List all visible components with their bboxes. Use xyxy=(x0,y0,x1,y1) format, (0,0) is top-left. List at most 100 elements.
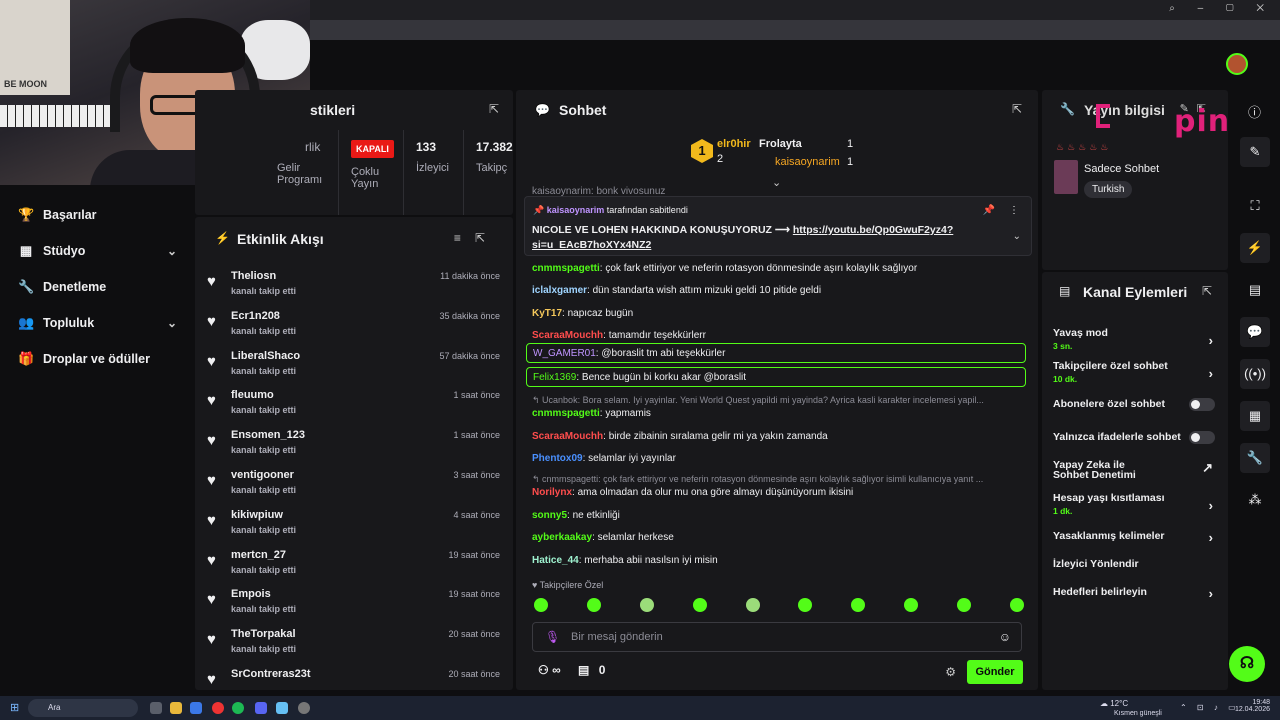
feed-user[interactable]: mertcn_27 xyxy=(231,549,286,561)
category-name[interactable]: Sadece Sohbet xyxy=(1084,163,1159,175)
settings-icon[interactable] xyxy=(298,702,310,714)
folder-icon[interactable] xyxy=(170,702,182,714)
action-item[interactable]: Yalnızca ifadelerle sohbet xyxy=(1053,431,1217,444)
action-item[interactable]: İzleyici Yönlendir xyxy=(1053,558,1217,570)
feed-item[interactable]: ♥ TheTorpakal kanalı takip etti 20 saat önc… xyxy=(207,627,507,667)
taskbar-search[interactable]: Ara xyxy=(28,699,138,717)
feed-tools[interactable]: ≡⇱ xyxy=(454,231,499,245)
toggle-switch[interactable] xyxy=(1189,398,1215,411)
emote-icon[interactable] xyxy=(692,598,707,612)
feed-user[interactable]: TheTorpakal xyxy=(231,628,296,640)
edit-icon[interactable]: ✎ xyxy=(1240,137,1270,167)
feed-user[interactable]: Theliosn xyxy=(231,270,276,282)
community-icon[interactable]: ⁂ xyxy=(1240,485,1270,515)
emote-icon[interactable] xyxy=(534,598,548,612)
feed-user[interactable]: Ecr1n208 xyxy=(231,310,280,322)
feed-item[interactable]: ♥ LiberalShaco kanalı takip etti 57 dakika … xyxy=(207,349,507,389)
steam-icon[interactable] xyxy=(276,702,288,714)
wrench-icon[interactable]: 🔧 xyxy=(1240,443,1270,473)
feed-user[interactable]: ventigooner xyxy=(231,469,294,481)
chevron-right-icon[interactable]: › xyxy=(1209,498,1213,513)
feed-user[interactable]: Empois xyxy=(231,588,271,600)
popout-icon[interactable]: ⇱ xyxy=(475,231,499,245)
feed-item[interactable]: ♥ Theliosn kanalı takip etti 11 dakika önce xyxy=(207,269,507,309)
chat-username[interactable]: Norilynx xyxy=(532,487,572,498)
feed-user[interactable]: SrContreras23t xyxy=(231,668,310,680)
action-item[interactable]: Yavaş mod 3 sn. › xyxy=(1053,327,1217,351)
capture-icon[interactable]: ⛶ xyxy=(1240,191,1270,221)
chat-username[interactable]: ScaraaMouchh xyxy=(532,330,603,341)
feed-item[interactable]: ♥ Ensomen_123 kanalı takip etti 1 saat önce xyxy=(207,428,507,468)
chat-username[interactable]: ayberkaakay xyxy=(532,532,592,543)
more-options-icon[interactable]: ⋮ xyxy=(1009,205,1019,216)
layout-icon[interactable]: ▦ xyxy=(1240,401,1270,431)
emote-icon[interactable] xyxy=(957,598,971,612)
feed-item[interactable]: ♥ kikiwpiuw kanalı takip etti 4 saat önce xyxy=(207,508,507,548)
help-icon[interactable]: ☊ xyxy=(1229,646,1265,682)
sidebar-item-4[interactable]: 🎁 Droplar ve ödüller xyxy=(18,349,183,369)
chat-username[interactable]: sonny5 xyxy=(532,510,567,521)
discord-icon[interactable] xyxy=(255,702,267,714)
points-icon[interactable]: ▤ xyxy=(578,663,589,677)
chevron-right-icon[interactable]: › xyxy=(1209,366,1213,381)
feed-item[interactable]: ♥ fleuumo kanalı takip etti 1 saat önce xyxy=(207,388,507,428)
emoji-icon[interactable]: ☺ xyxy=(999,630,1011,644)
tray-icons[interactable]: ⌃ ⊡ ♪ ▭ xyxy=(1180,703,1240,712)
app-icon[interactable] xyxy=(190,702,202,714)
emote-icon[interactable] xyxy=(639,598,654,612)
emote-bar[interactable] xyxy=(534,598,1024,616)
chat-username[interactable]: Hatice_44 xyxy=(532,555,579,566)
toggle-switch[interactable] xyxy=(1189,431,1215,444)
sidebar-item-1[interactable]: ▦ Stüdyo ⌄ xyxy=(18,241,183,261)
pinned-message[interactable]: 📌 kaisaoynarim tarafından sabitlendi NIC… xyxy=(524,196,1032,256)
sidebar-item-3[interactable]: 👥 Topluluk ⌄ xyxy=(18,313,183,333)
emote-icon[interactable] xyxy=(586,598,601,612)
notes-icon[interactable]: ▤ xyxy=(1240,275,1270,305)
chevron-down-icon[interactable]: ⌄ xyxy=(167,244,177,258)
clock[interactable]: 19:48 12.04.2026 xyxy=(1235,699,1270,713)
sidebar-item-0[interactable]: 🏆 Başarılar xyxy=(18,205,183,225)
chat-username[interactable]: W_GAMER01 xyxy=(533,348,596,359)
feed-item[interactable]: ♥ Ecr1n208 kanalı takip etti 35 dakika önce xyxy=(207,309,507,349)
sidebar-item-2[interactable]: 🔧 Denetleme xyxy=(18,277,183,297)
chat-username[interactable]: cnmmspagetti xyxy=(532,263,600,274)
action-item[interactable]: Takipçilere özel sohbet 10 dk. › xyxy=(1053,360,1217,384)
emote-icon[interactable] xyxy=(798,598,813,612)
popout-icon[interactable]: ⇱ xyxy=(1012,102,1022,116)
emote-icon[interactable] xyxy=(851,598,866,612)
chat-username[interactable]: Felix1369 xyxy=(533,372,576,383)
action-item[interactable]: Abonelere özel sohbet xyxy=(1053,398,1217,411)
window-controls[interactable]: ⌕ – ▢ ✕ xyxy=(1169,3,1274,14)
action-item[interactable]: Yapay Zeka ile Sohbet Denetimi ↗ xyxy=(1053,460,1217,481)
feed-user[interactable]: fleuumo xyxy=(231,389,274,401)
feed-user[interactable]: Ensomen_123 xyxy=(231,429,305,441)
feed-item[interactable]: ♥ Empois kanalı takip etti 19 saat önce xyxy=(207,587,507,627)
chevron-down-icon[interactable]: ⌄ xyxy=(167,316,177,330)
feed-user[interactable]: kikiwpiuw xyxy=(231,509,283,521)
chat-username[interactable]: ScaraaMouchh xyxy=(532,431,603,442)
emote-icon[interactable] xyxy=(745,598,760,612)
lightning-icon[interactable]: ⚡ xyxy=(1240,233,1270,263)
mic-icon[interactable]: 🎙 xyxy=(545,630,560,644)
chat-username[interactable]: cnmmspagetti xyxy=(532,408,600,419)
user-avatar[interactable] xyxy=(1226,53,1248,75)
action-item[interactable]: Yasaklanmış kelimeler › xyxy=(1053,530,1217,545)
opera-icon[interactable] xyxy=(212,702,224,714)
chat-username[interactable]: KyT17 xyxy=(532,308,562,319)
feed-user[interactable]: LiberalShaco xyxy=(231,350,300,362)
infinity-icon[interactable]: ⚇ ∞ xyxy=(538,663,561,677)
spotify-icon[interactable] xyxy=(232,702,244,714)
action-item[interactable]: Hedefleri belirleyin › xyxy=(1053,586,1217,601)
taskview-icon[interactable] xyxy=(150,702,162,714)
popout-icon[interactable]: ⇱ xyxy=(489,102,499,116)
start-icon[interactable]: ⊞ xyxy=(10,701,19,714)
chevron-right-icon[interactable]: › xyxy=(1209,333,1213,348)
feed-item[interactable]: ♥ mertcn_27 kanalı takip etti 19 saat önce xyxy=(207,548,507,588)
gear-icon[interactable]: ⚙ xyxy=(945,665,956,679)
filter-icon[interactable]: ≡ xyxy=(454,231,475,245)
weather-widget[interactable]: ☁ 12°C Kısmen güneşli xyxy=(1100,699,1162,717)
emote-icon[interactable] xyxy=(1009,598,1024,612)
chat-input[interactable]: 🎙 Bir mesaj gönderin ☺ xyxy=(532,622,1022,652)
chevron-down-icon[interactable]: ⌄ xyxy=(1013,231,1021,242)
feed-item[interactable]: ♥ ventigooner kanalı takip etti 3 saat önce xyxy=(207,468,507,508)
